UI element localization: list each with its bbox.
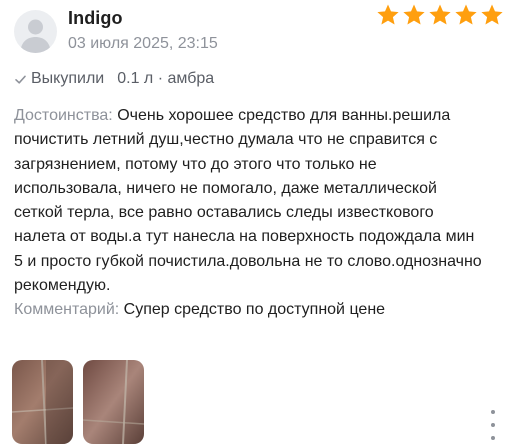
- menu-dot: [491, 436, 495, 440]
- review-photo-1[interactable]: [12, 360, 73, 444]
- pros-text: Очень хорошее средство для ванны.решила …: [14, 107, 482, 295]
- purchase-info: Выкупили 0.1 л · амбра: [14, 70, 214, 88]
- star-icon: [454, 3, 478, 26]
- comment-text: Супер средство по доступной цене: [123, 301, 386, 319]
- product-variant: 0.1 л · амбра: [117, 70, 215, 87]
- review-date: 03 июля 2025, 23:15: [68, 35, 218, 52]
- pros-paragraph: Достоинства: Очень хорошее средство для …: [14, 104, 484, 298]
- review-photo-2[interactable]: [83, 360, 144, 444]
- star-icon: [376, 3, 400, 26]
- purchase-status: Выкупили: [31, 70, 105, 87]
- avatar[interactable]: [14, 10, 57, 53]
- star-icon: [480, 3, 504, 26]
- star-icon: [428, 3, 452, 26]
- rating-stars: [376, 3, 504, 26]
- pros-label: Достоинства:: [14, 107, 113, 124]
- author-name[interactable]: Indigo: [68, 8, 123, 29]
- more-vertical-icon[interactable]: [488, 410, 498, 440]
- menu-dot: [491, 410, 495, 414]
- user-silhouette-icon: [20, 19, 51, 53]
- comment-label: Комментарий:: [14, 301, 120, 319]
- check-icon: [14, 73, 27, 86]
- star-icon: [402, 3, 426, 26]
- review-body: Достоинства: Очень хорошее средство для …: [14, 104, 484, 323]
- menu-dot: [491, 423, 495, 427]
- comment-paragraph: Комментарий: Супер средство по доступной…: [14, 298, 484, 322]
- review-photos: [12, 360, 144, 444]
